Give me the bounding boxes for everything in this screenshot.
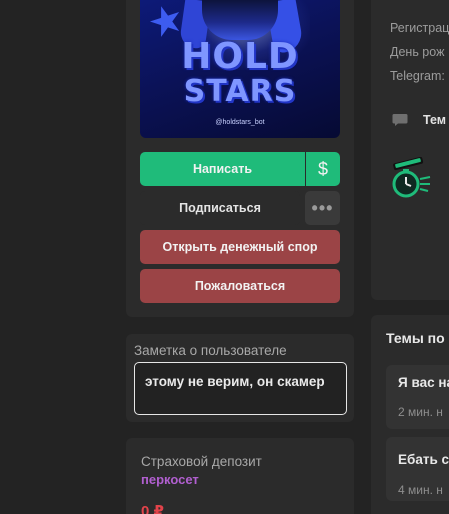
dollar-icon[interactable]: $: [306, 152, 340, 186]
stopwatch-badge-icon[interactable]: [392, 157, 432, 201]
registered-label: Регистрац: [390, 21, 449, 35]
deposit-link[interactable]: перкосет: [141, 472, 199, 487]
avatar-logo-line1: HOLD: [181, 36, 299, 77]
write-message-button[interactable]: Написать: [140, 152, 305, 186]
telegram-label: Telegram:: [390, 69, 445, 83]
more-options-icon[interactable]: •••: [305, 191, 340, 225]
note-title: Заметка о пользователе: [134, 343, 287, 358]
report-button[interactable]: Пожаловаться: [140, 269, 340, 303]
deposit-title: Страховой депозит: [141, 454, 262, 469]
topic-time: 2 мин. н: [398, 405, 443, 419]
topic-time: 4 мин. н: [398, 483, 443, 497]
subscribe-button[interactable]: Подписаться: [140, 191, 300, 225]
birthday-label: День рож: [390, 45, 445, 59]
note-textarea[interactable]: этому не верим, он скамер: [134, 362, 347, 415]
topic-title[interactable]: Я вас на: [398, 375, 449, 390]
topics-label: Тем: [423, 113, 447, 127]
topics-title: Темы по: [386, 330, 445, 346]
avatar-handle: @holdstars_bot: [215, 119, 265, 126]
chat-bubble-icon: [392, 114, 408, 126]
profile-avatar[interactable]: ★ HOLD STARS @holdstars_bot: [140, 0, 340, 138]
topic-title[interactable]: Ебать с: [398, 452, 449, 467]
deposit-amount: 0 ₽: [141, 503, 164, 514]
avatar-logo-line2: STARS: [183, 74, 297, 109]
open-dispute-button[interactable]: Открыть денежный спор: [140, 230, 340, 264]
